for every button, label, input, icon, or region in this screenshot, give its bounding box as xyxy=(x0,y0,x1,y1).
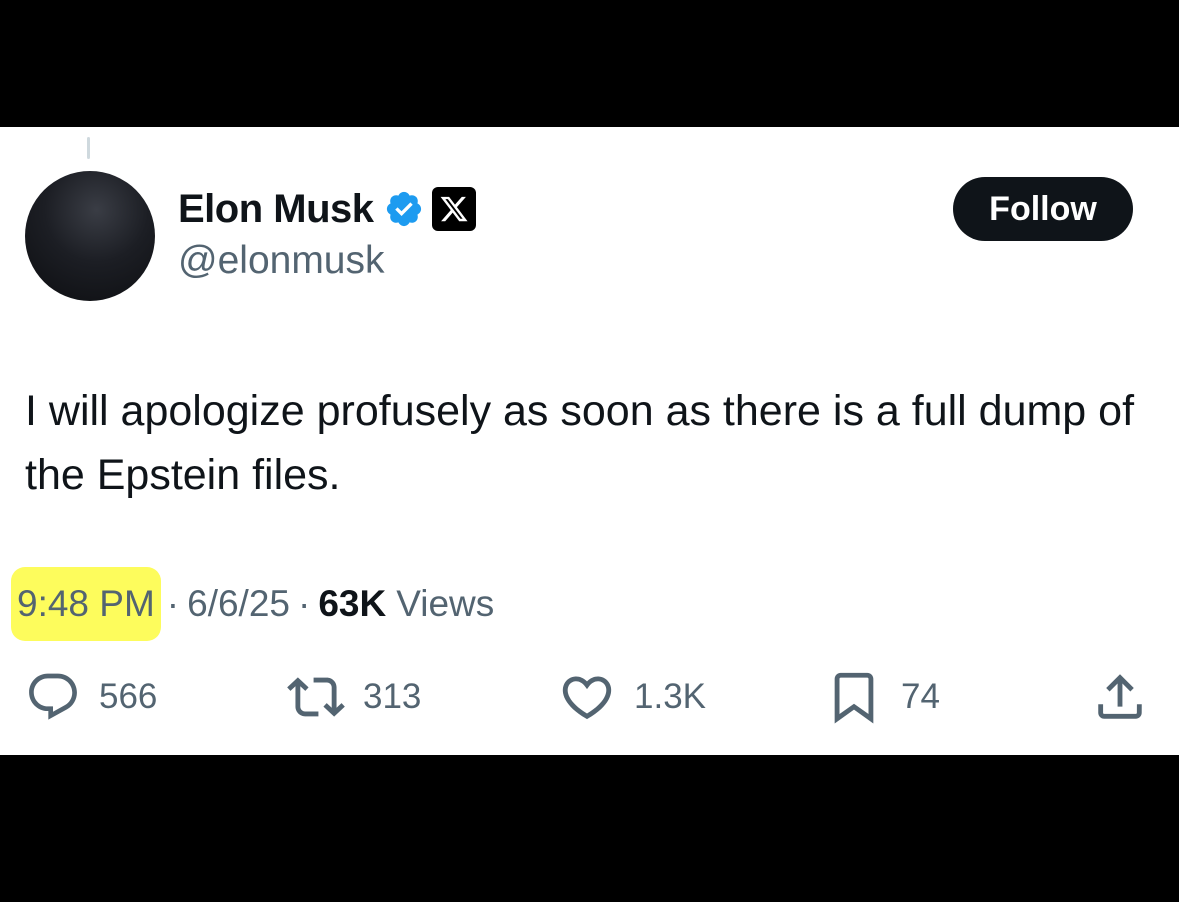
heart-icon xyxy=(558,668,616,726)
bookmark-count: 74 xyxy=(901,677,940,716)
tweet-meta-row: 9:48 PM · 6/6/25 · 63K Views xyxy=(11,567,495,641)
verified-badge-icon xyxy=(384,189,424,229)
share-button[interactable] xyxy=(1091,667,1149,727)
views-count: 63K xyxy=(318,583,387,624)
reply-button[interactable]: 566 xyxy=(25,667,157,727)
like-button[interactable]: 1.3K xyxy=(558,667,706,727)
thread-connector-line xyxy=(87,137,90,159)
tweet-time[interactable]: 9:48 PM xyxy=(11,567,161,641)
views-label: Views xyxy=(396,583,495,624)
bookmark-button[interactable]: 74 xyxy=(825,667,940,727)
tweet-text: I will apologize profusely as soon as th… xyxy=(25,387,1135,499)
avatar[interactable] xyxy=(25,171,155,301)
repost-button[interactable]: 313 xyxy=(287,667,421,727)
like-count: 1.3K xyxy=(634,677,706,716)
x-logo-icon xyxy=(431,187,476,231)
meta-separator: · xyxy=(166,583,180,624)
action-bar: 566 313 1.3K 74 xyxy=(25,667,1150,727)
repost-icon xyxy=(287,668,345,726)
tweet-card: Elon Musk @elonmusk Follow I will apolog… xyxy=(0,127,1179,755)
bookmark-icon xyxy=(825,668,883,726)
meta-separator: · xyxy=(298,583,311,624)
author-handle[interactable]: @elonmusk xyxy=(178,239,385,283)
author-name-row: Elon Musk xyxy=(178,185,476,233)
author-display-name[interactable]: Elon Musk xyxy=(178,187,374,232)
follow-button[interactable]: Follow xyxy=(953,177,1133,241)
share-icon xyxy=(1091,668,1149,726)
reply-count: 566 xyxy=(99,677,158,716)
repost-count: 313 xyxy=(363,677,422,716)
tweet-date[interactable]: 6/6/25 xyxy=(187,583,290,625)
reply-icon xyxy=(25,669,81,725)
